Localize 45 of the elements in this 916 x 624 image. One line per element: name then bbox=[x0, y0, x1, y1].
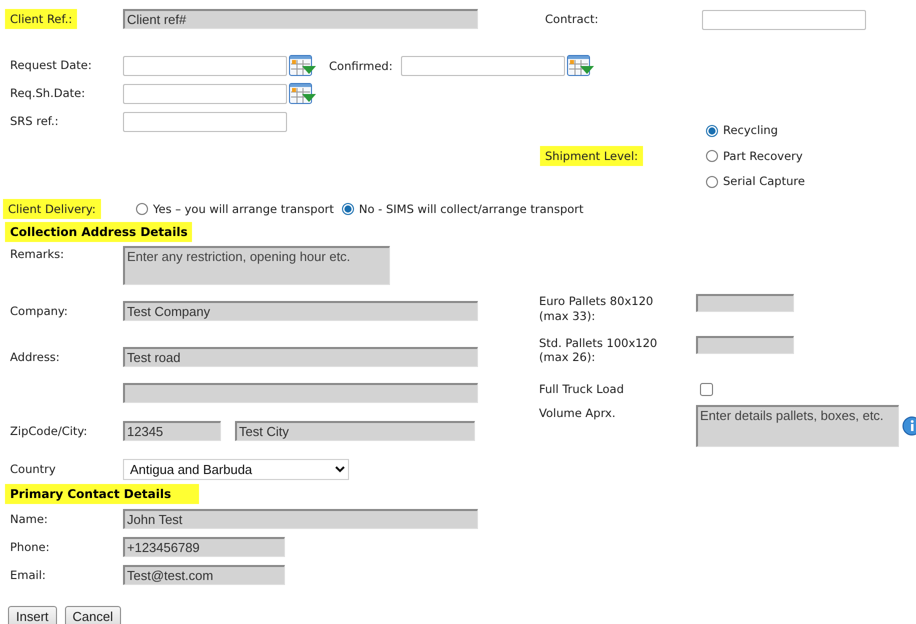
field-label: Address: bbox=[10, 350, 60, 364]
option-label: Yes – you will arrange transport bbox=[153, 200, 334, 218]
field-label: Shipment Level: bbox=[540, 146, 644, 166]
input-field[interactable] bbox=[702, 10, 866, 30]
calendar-icon[interactable] bbox=[289, 55, 317, 77]
section-heading: Primary Contact Details bbox=[5, 484, 200, 504]
option-label: Serial Capture bbox=[723, 173, 805, 190]
field-label: Company: bbox=[10, 304, 68, 318]
radio-button[interactable] bbox=[136, 203, 148, 216]
form-button[interactable]: Cancel bbox=[64, 606, 121, 624]
input-field[interactable] bbox=[123, 56, 287, 76]
field-label: Remarks: bbox=[10, 247, 64, 262]
field-label: Request Date: bbox=[10, 58, 92, 73]
option-label: Part Recovery bbox=[723, 148, 803, 165]
form-button[interactable]: Insert bbox=[8, 606, 57, 624]
field-label: SRS ref.: bbox=[10, 114, 59, 129]
radio-button[interactable] bbox=[706, 124, 718, 137]
field-label: Client Ref.: bbox=[5, 8, 78, 30]
field-label: Client Delivery: bbox=[3, 199, 101, 220]
field-label: Std. Pallets 100x120 (max 26): bbox=[539, 336, 658, 365]
field-label: Name: bbox=[10, 512, 48, 526]
radio-button[interactable] bbox=[706, 150, 718, 162]
field-label: Full Truck Load bbox=[539, 382, 624, 396]
option-label: No - SIMS will collect/arrange transport bbox=[358, 200, 584, 218]
field-label: Volume Aprx. bbox=[539, 406, 616, 420]
input-field[interactable] bbox=[123, 112, 287, 132]
field-label: Confirmed: bbox=[329, 58, 393, 74]
checkbox[interactable] bbox=[700, 382, 713, 396]
info-icon[interactable] bbox=[902, 416, 916, 436]
radio-button[interactable] bbox=[342, 203, 354, 216]
input-field[interactable] bbox=[400, 56, 565, 76]
field-label: ZipCode/City: bbox=[10, 424, 88, 438]
field-label: Country bbox=[10, 462, 56, 476]
input-field[interactable] bbox=[123, 84, 287, 104]
calendar-icon[interactable] bbox=[289, 83, 317, 105]
field-label: Email: bbox=[10, 568, 46, 582]
option-label: Recycling bbox=[723, 122, 778, 140]
radio-button[interactable] bbox=[706, 176, 718, 188]
section-heading: Collection Address Details bbox=[5, 222, 192, 242]
field-label: Euro Pallets 80x120 (max 33): bbox=[539, 294, 654, 324]
field-label: Contract: bbox=[545, 12, 598, 27]
field-label: Req.Sh.Date: bbox=[10, 86, 86, 101]
country-select[interactable]: Antigua and Barbuda bbox=[123, 458, 349, 480]
calendar-icon[interactable] bbox=[566, 55, 595, 77]
field-label: Phone: bbox=[10, 540, 50, 554]
